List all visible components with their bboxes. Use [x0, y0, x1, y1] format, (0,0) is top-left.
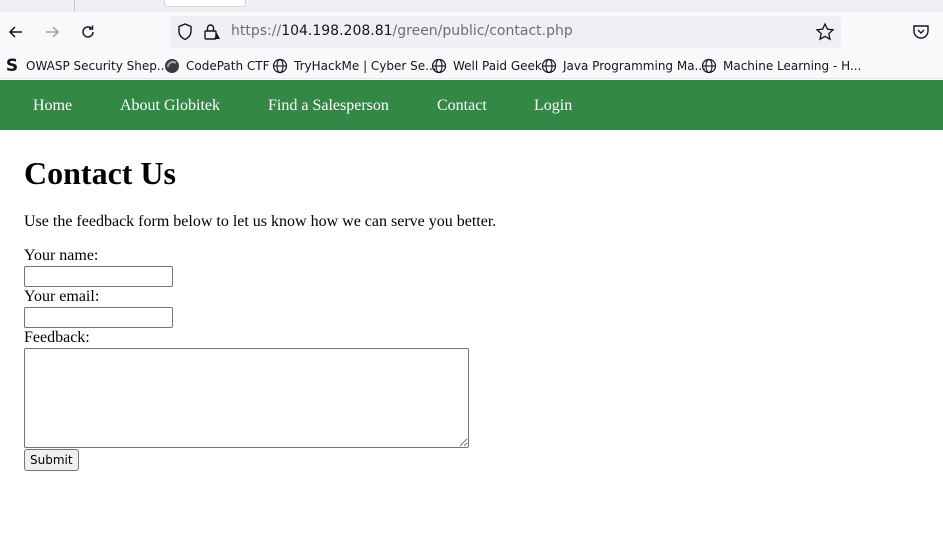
- feedback-form: Your name: Your email: Feedback: Submit: [24, 246, 924, 471]
- tab-strip: [0, 0, 943, 12]
- globe-icon: [431, 58, 447, 74]
- nav-home[interactable]: Home: [33, 97, 72, 115]
- reload-button[interactable]: [76, 20, 100, 44]
- bookmark-owasp[interactable]: S OWASP Security Shep...: [4, 56, 169, 76]
- bookmark-star-button[interactable]: [815, 22, 835, 42]
- owasp-s-icon: S: [5, 56, 19, 76]
- email-input[interactable]: [24, 307, 173, 328]
- bookmark-java[interactable]: Java Programming Ma...: [541, 57, 706, 75]
- bookmark-codepath[interactable]: CodePath CTF: [164, 57, 270, 75]
- reload-icon: [82, 25, 94, 38]
- main-content: Contact Us Use the feedback form below t…: [24, 150, 924, 471]
- name-input[interactable]: [24, 266, 173, 287]
- forward-arrow-icon: [46, 26, 60, 38]
- page-title: Contact Us: [24, 155, 176, 191]
- bookmark-ml[interactable]: Machine Learning - H...: [701, 57, 861, 75]
- bookmark-label: Java Programming Ma...: [563, 59, 707, 73]
- site-nav: Home About Globitek Find a Salesperson C…: [0, 80, 943, 130]
- back-button[interactable]: [4, 20, 28, 44]
- bookmark-label: TryHackMe | Cyber Se...: [294, 59, 437, 73]
- bookmark-tryhackme[interactable]: TryHackMe | Cyber Se...: [272, 57, 437, 75]
- email-label: Your email:: [24, 288, 100, 305]
- bookmark-label: Well Paid Geek: [453, 59, 542, 73]
- globe-icon: [541, 58, 557, 74]
- intro-text: Use the feedback form below to let us kn…: [24, 213, 497, 230]
- codepath-icon: [164, 58, 180, 74]
- nav-about[interactable]: About Globitek: [120, 97, 220, 115]
- bookmark-wellpaidgeek[interactable]: Well Paid Geek: [431, 57, 542, 75]
- forward-button[interactable]: [40, 20, 64, 44]
- pocket-icon: [913, 25, 929, 39]
- url-text[interactable]: https://104.198.208.81/green/public/cont…: [231, 23, 573, 39]
- bookmark-label: OWASP Security Shep...: [26, 59, 169, 73]
- nav-login[interactable]: Login: [534, 97, 572, 115]
- address-bar[interactable]: https://104.198.208.81/green/public/cont…: [170, 16, 841, 48]
- star-icon: [815, 22, 835, 41]
- feedback-label: Feedback:: [24, 329, 90, 346]
- bookmarks-toolbar: S OWASP Security Shep... CodePath CTF Tr…: [0, 52, 943, 79]
- pocket-button[interactable]: [911, 22, 931, 42]
- nav-contact[interactable]: Contact: [437, 97, 487, 115]
- bookmark-label: CodePath CTF: [186, 59, 270, 73]
- feedback-textarea[interactable]: [24, 348, 469, 448]
- globe-icon: [701, 58, 717, 74]
- site-info[interactable]: [176, 22, 222, 42]
- nav-find-salesperson[interactable]: Find a Salesperson: [268, 97, 389, 115]
- tab-divider: [74, 0, 75, 12]
- submit-button[interactable]: Submit: [24, 449, 79, 471]
- browser-toolbar: https://104.198.208.81/green/public/cont…: [0, 12, 943, 52]
- lock-warning-icon: [204, 24, 220, 40]
- active-tab[interactable]: [164, 0, 246, 7]
- back-arrow-icon: [8, 26, 22, 38]
- name-label: Your name:: [24, 247, 99, 264]
- bookmark-label: Machine Learning - H...: [723, 59, 862, 73]
- shield-icon: [178, 23, 192, 41]
- globe-icon: [272, 58, 288, 74]
